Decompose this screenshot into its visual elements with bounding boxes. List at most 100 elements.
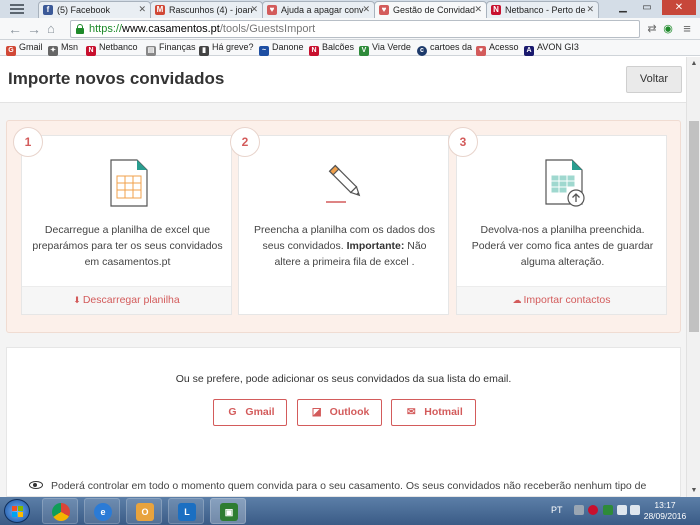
page-icon: ▮	[199, 46, 209, 56]
page-title: Importe novos convidados	[8, 69, 225, 88]
bookmark-financas[interactable]: ▤ Finanças	[146, 42, 196, 56]
close-window-icon[interactable]: ✕	[662, 0, 696, 15]
bookmark-via-verde[interactable]: V Via Verde	[359, 42, 411, 56]
import-contacts-link[interactable]: ☁ Importar contactos	[457, 286, 666, 314]
forward-arrow-icon[interactable]: →	[27, 21, 41, 37]
gmail-icon: M	[155, 5, 165, 15]
tray-app-icon[interactable]	[588, 505, 598, 515]
scroll-up-icon[interactable]: ▲	[687, 57, 700, 70]
msn-icon: ✦	[48, 46, 58, 56]
google-icon: G	[228, 406, 237, 418]
heart-icon: ♥	[476, 46, 486, 56]
close-tab-icon[interactable]: ✕	[474, 4, 482, 15]
bookmark-msn[interactable]: ✦ Msn	[48, 42, 78, 56]
globe-icon: c	[417, 46, 427, 56]
gmail-button[interactable]: G Gmail	[213, 399, 287, 426]
step-description: Devolva-nos a planilha preenchida. Poder…	[471, 224, 654, 268]
bookmark-netbanco[interactable]: N Netbanco	[86, 42, 138, 56]
close-tab-icon[interactable]: ✕	[250, 4, 258, 15]
extension-icon[interactable]: ◉	[661, 22, 675, 36]
tab-guest-management[interactable]: ♥ Gestão de Convidad ✕	[374, 1, 487, 18]
bookmark-cartoes[interactable]: c cartoes da	[417, 42, 472, 56]
netbanco-icon: N	[86, 46, 96, 56]
download-icon: ⬇	[73, 295, 81, 305]
back-arrow-icon[interactable]: ←	[8, 21, 22, 37]
bookmark-acesso[interactable]: ♥ Acesso	[476, 42, 519, 56]
tab-facebook[interactable]: f (5) Facebook ✕	[38, 1, 151, 18]
scroll-down-icon[interactable]: ▼	[687, 484, 700, 497]
address-bar[interactable]: https://www.casamentos.pt/tools/GuestsIm…	[70, 20, 640, 38]
tab-strip: f (5) Facebook ✕ M Rascunhos (4) - joan …	[0, 0, 700, 18]
back-button[interactable]: Voltar	[626, 66, 682, 93]
close-tab-icon[interactable]: ✕	[586, 4, 594, 15]
network-icon[interactable]	[617, 505, 627, 515]
home-icon[interactable]: ⌂	[47, 21, 55, 37]
tab-help[interactable]: ♥ Ajuda a apagar conv ✕	[262, 1, 375, 18]
tab-title: Gestão de Convidad	[393, 5, 476, 15]
volume-icon[interactable]	[630, 505, 640, 515]
chrome-icon	[52, 503, 70, 521]
taskbar-remote-desktop[interactable]: ▣	[210, 498, 246, 524]
step-number: 3	[448, 127, 478, 157]
tab-title: Ajuda a apagar conv	[281, 5, 364, 15]
lync-icon: L	[178, 503, 196, 521]
step-description: Decarregue a planilha de excel que prepa…	[32, 224, 223, 268]
tab-gmail[interactable]: M Rascunhos (4) - joan ✕	[150, 1, 263, 18]
tab-title: (5) Facebook	[57, 5, 111, 15]
page-scrollbar[interactable]: ▲ ▼	[686, 57, 700, 497]
envelope-icon: ✉	[406, 406, 416, 418]
bookmark-ha-greve[interactable]: ▮ Há greve?	[199, 42, 254, 56]
hotmail-button[interactable]: ✉ Hotmail	[391, 399, 476, 426]
spreadsheet-icon	[110, 159, 148, 207]
privacy-note: Poderá controlar em todo o momento quem …	[29, 480, 646, 492]
action-label: Descarregar planilha	[82, 294, 180, 306]
taskbar-lync[interactable]: L	[168, 498, 204, 524]
bookmark-danone[interactable]: ~ Danone	[259, 42, 304, 56]
menu-icon[interactable]: ≡	[680, 22, 694, 36]
browser-toolbar: ← → ⌂ https://www.casamentos.pt/tools/Gu…	[0, 18, 700, 40]
taskbar-chrome[interactable]	[42, 498, 78, 524]
start-button[interactable]	[4, 499, 30, 523]
browser-menu-icon[interactable]	[4, 1, 32, 17]
monitor-icon: ▣	[220, 503, 238, 521]
outlook-icon: ◪	[311, 406, 322, 418]
action-label: Importar contactos	[523, 294, 611, 306]
bookmark-balcoes[interactable]: N Balcões	[309, 42, 354, 56]
email-import-panel: Ou se prefere, pode adicionar os seus co…	[6, 347, 681, 497]
document-icon: ▤	[146, 46, 156, 56]
close-tab-icon[interactable]: ✕	[138, 4, 146, 15]
close-tab-icon[interactable]: ✕	[362, 4, 370, 15]
step-number: 2	[230, 127, 260, 157]
pencil-icon	[326, 164, 361, 203]
facebook-icon: f	[43, 5, 53, 15]
eye-icon	[29, 481, 43, 489]
spreadsheet-upload-icon	[545, 159, 585, 207]
windows-logo-icon	[12, 506, 23, 517]
system-clock[interactable]: 13:17 28/09/2016	[640, 500, 690, 522]
bookmark-gmail[interactable]: G Gmail	[6, 42, 43, 56]
tray-shield-icon[interactable]	[603, 505, 613, 515]
clock-date: 28/09/2016	[643, 511, 687, 521]
tab-title: Netbanco - Perto de	[505, 5, 586, 15]
import-steps-panel: 1 Decarregue a planilha de excel que pre…	[6, 120, 681, 333]
tray-arrow-icon[interactable]	[574, 505, 584, 515]
page-header: Importe novos convidados Voltar	[0, 57, 686, 103]
cloud-upload-icon: ☁	[512, 295, 522, 305]
tab-netbanco[interactable]: N Netbanco - Perto de ✕	[486, 1, 599, 18]
download-spreadsheet-link[interactable]: ⬇ Descarregar planilha	[22, 286, 231, 314]
danone-icon: ~	[259, 46, 269, 56]
clock-time: 13:17	[654, 500, 676, 510]
taskbar-outlook[interactable]: O	[126, 498, 162, 524]
minimize-icon[interactable]: ▁	[612, 0, 634, 15]
internet-explorer-icon: e	[94, 503, 112, 521]
google-icon: G	[6, 46, 16, 56]
outlook-button[interactable]: ◪ Outlook	[297, 399, 382, 426]
scrollbar-thumb[interactable]	[689, 121, 699, 332]
step-card-upload: 3 Devolva-nos a planilha preenchida. Pod…	[448, 127, 667, 315]
bookmark-avon[interactable]: A AVON GI3	[524, 42, 579, 56]
maximize-icon[interactable]: ▭	[636, 0, 658, 15]
email-import-prompt: Ou se prefere, pode adicionar os seus co…	[175, 373, 512, 385]
translate-icon[interactable]: ⇄	[645, 22, 659, 36]
language-indicator[interactable]: PT	[551, 505, 563, 515]
taskbar-internet-explorer[interactable]: e	[84, 498, 120, 524]
